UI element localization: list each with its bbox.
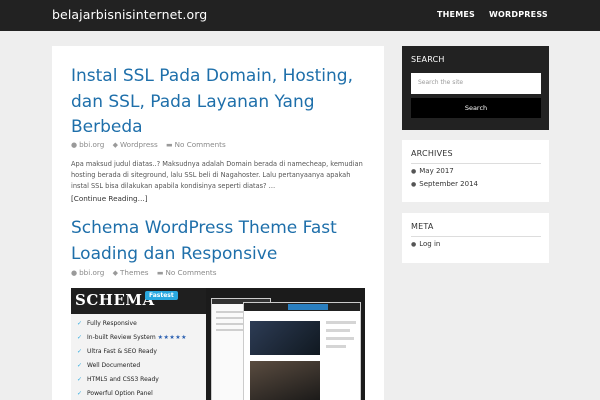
archives-widget: ARCHIVES ● May 2017 ● September 2014 — [402, 140, 549, 202]
check-icon: ✓ — [77, 390, 83, 397]
user-icon: ● — [71, 141, 78, 149]
read-more-link[interactable]: [Continue Reading…] — [71, 194, 148, 203]
post-title[interactable]: Schema WordPress Theme Fast Loading dan … — [71, 216, 371, 267]
site-title[interactable]: belajarbisnisinternet.org — [52, 7, 207, 22]
post-title[interactable]: Instal SSL Pada Domain, Hosting, dan SSL… — [71, 64, 371, 141]
login-link[interactable]: ● Log in — [411, 240, 440, 248]
divider — [411, 163, 541, 164]
featured-image[interactable]: SCHEMA Fastest ✓ Fully Responsive ✓ In-bui… — [71, 288, 365, 400]
feature-item: ✓ Ultra Fast & SEO Ready — [77, 348, 157, 355]
check-icon: ✓ — [77, 320, 83, 327]
schema-logo: SCHEMA — [75, 291, 155, 309]
comment-icon: ▬ — [166, 141, 173, 149]
search-placeholder: Search the site — [418, 79, 464, 86]
tag-icon: ◆ — [112, 269, 118, 277]
post-comments[interactable]: No Comments — [165, 268, 216, 277]
check-icon: ✓ — [77, 334, 83, 341]
feature-item: ✓ Fully Responsive — [77, 320, 137, 327]
check-icon: ✓ — [77, 348, 83, 355]
nav-wordpress[interactable]: WORDPRESS — [489, 10, 548, 19]
archives-title: ARCHIVES — [411, 149, 453, 158]
search-button[interactable]: Search — [411, 98, 541, 118]
post-excerpt: Apa maksud judul diatas..? Maksudnya ada… — [71, 160, 363, 191]
post-author[interactable]: bbi.org — [79, 268, 104, 277]
feature-item: ✓ Powerful Option Panel — [77, 390, 153, 397]
fastest-badge: Fastest — [145, 291, 178, 300]
feature-item: ✓ In-built Review System ★★★★★ — [77, 334, 187, 341]
post-meta: ● bbi.org ◆ Wordpress ▬ No Comments — [71, 140, 226, 149]
tag-icon: ◆ — [112, 141, 118, 149]
archive-link[interactable]: ● May 2017 — [411, 167, 454, 175]
meta-widget: META ● Log in — [402, 213, 549, 263]
stars-icon: ★★★★★ — [157, 334, 187, 341]
post-meta: ● bbi.org ◆ Themes ▬ No Comments — [71, 268, 217, 277]
feature-item: ✓ HTML5 and CSS3 Ready — [77, 376, 159, 383]
post-category[interactable]: Wordpress — [120, 140, 158, 149]
check-icon: ✓ — [77, 362, 83, 369]
promo-header: SCHEMA Fastest — [71, 288, 206, 314]
search-widget: SEARCH Search the site Search — [402, 46, 549, 130]
search-input[interactable]: Search the site — [411, 73, 541, 94]
post-comments[interactable]: No Comments — [175, 140, 226, 149]
check-icon: ✓ — [77, 376, 83, 383]
theme-mockup-front — [243, 302, 361, 400]
search-widget-title: SEARCH — [411, 55, 445, 64]
main-content: Instal SSL Pada Domain, Hosting, dan SSL… — [52, 46, 384, 400]
promo-feature-panel: SCHEMA Fastest ✓ Fully Responsive ✓ In-bui… — [71, 288, 206, 400]
user-icon: ● — [71, 269, 78, 277]
nav-themes[interactable]: THEMES — [437, 10, 475, 19]
meta-title: META — [411, 222, 434, 231]
archive-link[interactable]: ● September 2014 — [411, 180, 478, 188]
top-bar: belajarbisnisinternet.org THEMES WORDPRE… — [0, 0, 600, 31]
comment-icon: ▬ — [156, 269, 164, 277]
divider — [411, 236, 541, 237]
feature-item: ✓ Well Documented — [77, 362, 141, 369]
post-author[interactable]: bbi.org — [79, 140, 104, 149]
post-category[interactable]: Themes — [120, 268, 149, 277]
